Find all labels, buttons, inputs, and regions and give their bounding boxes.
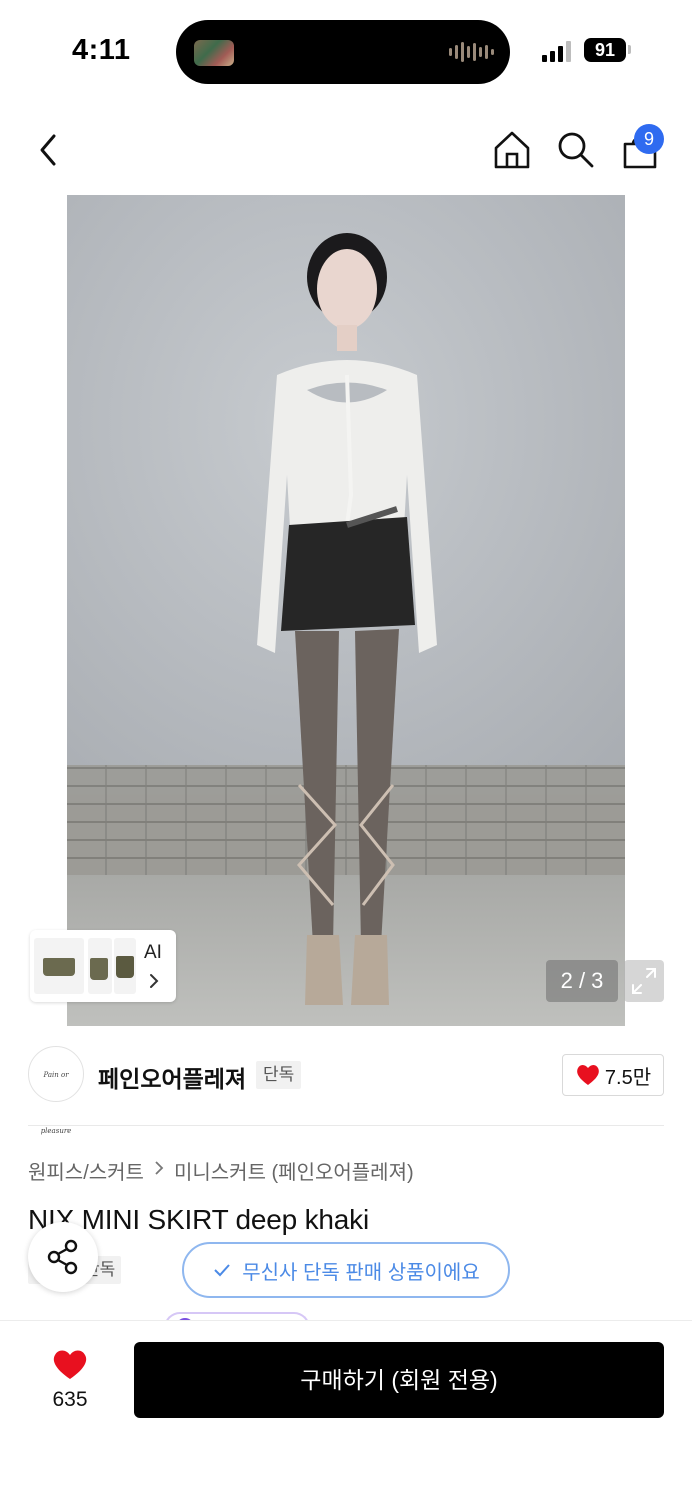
brand-logo[interactable]: Pain or pleasure <box>28 1046 84 1135</box>
breadcrumb-subcategory[interactable]: 미니스커트 (페인오어플레져) <box>174 1156 414 1185</box>
ai-similar-items-card[interactable]: AI <box>30 930 176 1002</box>
home-icon[interactable] <box>490 128 534 172</box>
expand-icon <box>632 968 656 994</box>
divider <box>28 1125 664 1126</box>
back-icon[interactable] <box>30 128 70 172</box>
cart-count-badge: 9 <box>634 124 664 154</box>
battery-icon: 91 <box>584 38 626 62</box>
product-photo[interactable]: 2 / 3 <box>67 195 625 1026</box>
breadcrumb: 원피스/스커트 미니스커트 (페인오어플레져) <box>28 1156 414 1185</box>
similar-item-thumbnail <box>114 938 136 994</box>
exclusive-notice-pill[interactable]: 무신사 단독 판매 상품이에요 <box>182 1242 510 1298</box>
battery-tip <box>628 45 631 54</box>
search-icon[interactable] <box>554 128 598 172</box>
buy-button[interactable]: 구매하기 (회원 전용) <box>134 1342 664 1418</box>
brand-name[interactable]: 페인오어플레져 <box>98 1060 246 1094</box>
breadcrumb-category[interactable]: 원피스/스커트 <box>28 1156 144 1185</box>
dynamic-island <box>176 20 510 84</box>
top-nav <box>0 110 692 190</box>
audio-wave-icon <box>449 40 494 64</box>
checkmark-icon <box>214 1264 230 1277</box>
ai-label: AI <box>144 942 162 963</box>
share-icon <box>47 1239 78 1275</box>
share-button[interactable] <box>28 1222 98 1292</box>
chevron-right-icon <box>148 972 160 995</box>
wishlist-button[interactable]: 635 <box>34 1346 106 1416</box>
similar-item-thumbnail <box>34 938 84 994</box>
status-bar: 4:11 91 <box>0 0 692 100</box>
now-playing-artwork <box>194 40 234 66</box>
exclusive-notice-text: 무신사 단독 판매 상품이에요 <box>242 1261 480 1284</box>
chevron-right-icon <box>154 1160 164 1181</box>
heart-icon <box>577 1065 599 1085</box>
model-figure <box>257 233 437 1005</box>
brand-exclusive-badge: 단독 <box>256 1061 302 1089</box>
status-time: 4:11 <box>72 34 131 66</box>
brand-like-button[interactable]: 7.5만 <box>562 1054 664 1096</box>
cellular-signal-icon <box>542 40 571 62</box>
similar-item-thumbnail <box>88 938 112 994</box>
image-counter: 2 / 3 <box>546 960 618 1002</box>
expand-image-button[interactable] <box>624 960 664 1002</box>
wishlist-count: 635 <box>52 1388 88 1411</box>
brand-like-count: 7.5만 <box>604 1066 652 1089</box>
heart-icon <box>53 1350 87 1379</box>
